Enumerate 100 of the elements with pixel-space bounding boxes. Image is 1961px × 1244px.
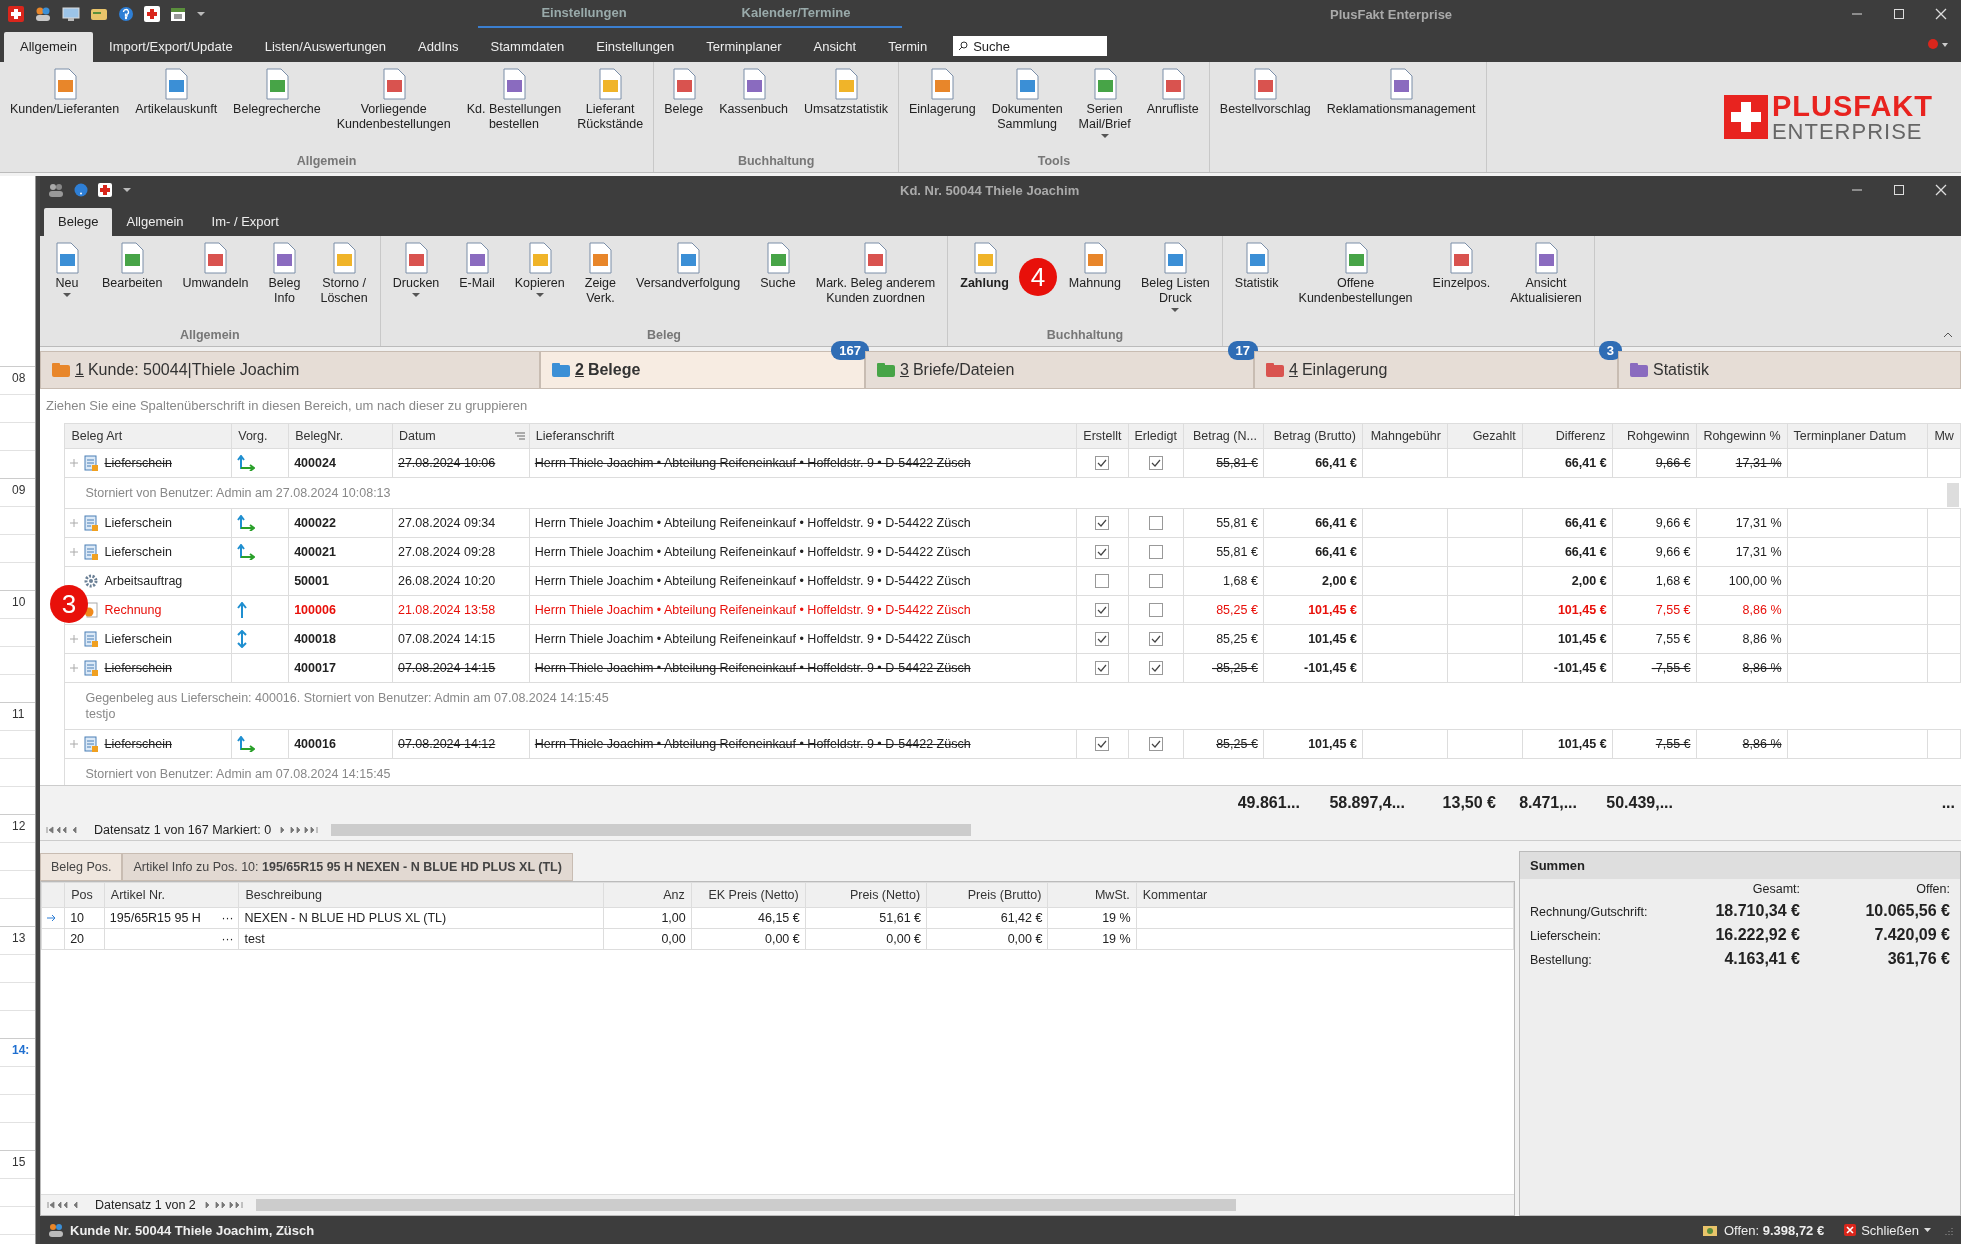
ribbon-button[interactable]: Lieferant Rückstände — [569, 64, 652, 136]
column-header[interactable]: Rohgewinn — [1612, 423, 1697, 449]
ribbon-button[interactable]: Zahlung — [950, 238, 1019, 295]
column-header[interactable]: Pos — [64, 882, 105, 908]
document-tab[interactable]: 1 Kunde: 50044|Thiele Joachim — [40, 351, 540, 389]
ribbon-button[interactable]: Reklamationsmanagement — [1318, 64, 1484, 121]
checkbox[interactable] — [1095, 456, 1110, 471]
column-header[interactable]: Datum — [392, 423, 530, 449]
column-header[interactable]: Kommentar — [1136, 882, 1514, 908]
tab[interactable]: Beleg Pos. — [40, 853, 123, 881]
column-header[interactable]: Preis (Netto) — [805, 882, 927, 908]
ribbon-button[interactable]: Umwandeln — [172, 238, 259, 295]
menu-tab[interactable]: Ansicht — [797, 32, 873, 62]
ribbon-button[interactable]: Bearbeiten — [92, 238, 173, 295]
card-icon[interactable] — [90, 6, 108, 22]
ribbon-button[interactable]: Einzelpos. — [1422, 238, 1501, 295]
document-tab[interactable]: Statistik — [1618, 351, 1961, 389]
checkbox[interactable] — [1095, 545, 1110, 560]
checkbox[interactable] — [1148, 545, 1163, 560]
people-icon[interactable] — [34, 6, 52, 22]
column-header[interactable]: Betrag (N... — [1183, 423, 1264, 449]
tab[interactable]: Artikel Info zu Pos. 10: 195/65R15 95 H NEXEN - N BLUE HD PLUS XL (TL) — [122, 853, 573, 881]
ribbon-button[interactable]: Artikelauskunft — [127, 64, 226, 121]
branch-arrow-icon[interactable] — [237, 515, 256, 531]
column-header[interactable]: Vorg. — [231, 423, 289, 449]
cross-icon[interactable] — [8, 6, 24, 22]
close-icon[interactable] — [1935, 8, 1947, 20]
ribbon-button[interactable]: Beleg Listen Druck — [1131, 238, 1220, 317]
ribbon-button[interactable]: Zeige Verk. — [574, 238, 627, 310]
checkbox[interactable] — [1148, 456, 1163, 471]
close-icon[interactable] — [1935, 184, 1947, 196]
ribbon-button[interactable]: Belege — [656, 64, 712, 121]
column-header[interactable]: BelegNr. — [288, 423, 393, 449]
checkbox[interactable] — [1148, 603, 1163, 618]
column-header[interactable]: Preis (Brutto) — [926, 882, 1048, 908]
branch-arrow-icon[interactable] — [237, 736, 256, 752]
ribbon-button[interactable]: Suche — [750, 238, 806, 295]
ribbon-button[interactable]: Offene Kundenbestellungen — [1288, 238, 1423, 310]
menu-tab[interactable]: Terminplaner — [690, 32, 798, 62]
menu-tab[interactable]: Listen/Auswertungen — [248, 32, 403, 62]
column-header[interactable]: Artikel Nr. — [104, 882, 239, 908]
menu-tab[interactable]: Termin — [872, 32, 944, 62]
checkbox[interactable] — [1095, 632, 1110, 647]
checkbox[interactable] — [1148, 737, 1163, 752]
column-header[interactable]: Mahngebühr — [1362, 423, 1448, 449]
column-header[interactable]: Anz — [603, 882, 692, 908]
ribbon-button[interactable]: Neu — [42, 238, 92, 302]
ribbon-tab[interactable]: Im- / Export — [197, 208, 293, 236]
ribbon-button[interactable]: Einlagerung — [901, 64, 984, 121]
menu-tab[interactable]: Stammdaten — [474, 32, 581, 62]
ribbon-button[interactable]: Vorliegende Kundenbestellungen — [328, 64, 459, 136]
menu-tab[interactable]: Allgemein — [4, 32, 94, 62]
checkbox[interactable] — [1148, 632, 1163, 647]
column-header[interactable]: Differenz — [1522, 423, 1613, 449]
scrollbar[interactable] — [331, 824, 972, 836]
column-header[interactable]: Terminplaner Datum — [1787, 423, 1928, 449]
column-header[interactable]: MwSt. — [1047, 882, 1137, 908]
column-header[interactable]: Beschreibung — [239, 882, 603, 908]
help-icon[interactable] — [118, 6, 134, 22]
branch-arrow-icon[interactable] — [237, 544, 256, 560]
ribbon-button[interactable]: Belegrecherche — [225, 64, 329, 121]
checkbox[interactable] — [1095, 516, 1110, 531]
scrollbar[interactable] — [255, 1199, 1236, 1211]
ribbon-button[interactable]: Bestellvorschlag — [1211, 64, 1319, 121]
ribbon-button[interactable]: Anrufliste — [1138, 64, 1207, 121]
lookup-button[interactable]: ··· — [221, 932, 234, 946]
column-header[interactable]: EK Preis (Netto) — [691, 882, 806, 908]
lookup-button[interactable]: ··· — [221, 911, 234, 925]
ribbon-button[interactable]: Kd. Bestellungen bestellen — [458, 64, 570, 136]
up-down-arrow-icon[interactable] — [237, 630, 248, 648]
caret-icon[interactable] — [196, 10, 206, 18]
branch-arrow-icon[interactable] — [237, 455, 256, 471]
column-header[interactable]: Beleg Art — [64, 423, 232, 449]
people-icon[interactable] — [48, 183, 64, 197]
column-header[interactable]: Betrag (Brutto) — [1263, 423, 1363, 449]
ribbon-button[interactable]: Mahnung — [1058, 238, 1131, 295]
ribbon-button[interactable]: E-Mail — [449, 238, 505, 295]
ribbon-button[interactable]: Versandverfolgung — [626, 238, 751, 295]
ribbon-button[interactable]: Kunden/Lieferanten — [2, 64, 128, 121]
checkbox[interactable] — [1095, 737, 1110, 752]
ribbon-button[interactable]: Drucken — [382, 238, 450, 302]
column-header[interactable]: Erledigt — [1128, 423, 1184, 449]
maximize-icon[interactable] — [1893, 184, 1905, 196]
cross-icon[interactable] — [98, 183, 112, 197]
column-header[interactable]: Lieferanschrift — [529, 423, 1077, 449]
scrollbar[interactable] — [1947, 483, 1959, 507]
ribbon-button[interactable]: Kassenbuch — [711, 64, 796, 121]
ribbon-button[interactable]: Ansicht Aktualisieren — [1500, 238, 1592, 310]
checkbox[interactable] — [1148, 516, 1163, 531]
calendar-icon[interactable] — [170, 6, 186, 22]
ribbon-button[interactable]: Dokumenten Sammlung — [983, 64, 1071, 136]
ribbon-button[interactable]: Mark. Beleg anderem Kunden zuordnen — [805, 238, 946, 310]
menu-tab[interactable]: Import/Export/Update — [93, 32, 249, 62]
column-header[interactable]: Erstellt — [1076, 423, 1128, 449]
caret-icon[interactable] — [122, 186, 132, 194]
monitor-icon[interactable] — [62, 6, 80, 22]
collapse-icon[interactable] — [1943, 332, 1953, 338]
ribbon-button[interactable]: Kopieren — [504, 238, 575, 302]
up-arrow-icon[interactable] — [237, 602, 248, 618]
checkbox[interactable] — [1148, 661, 1163, 676]
